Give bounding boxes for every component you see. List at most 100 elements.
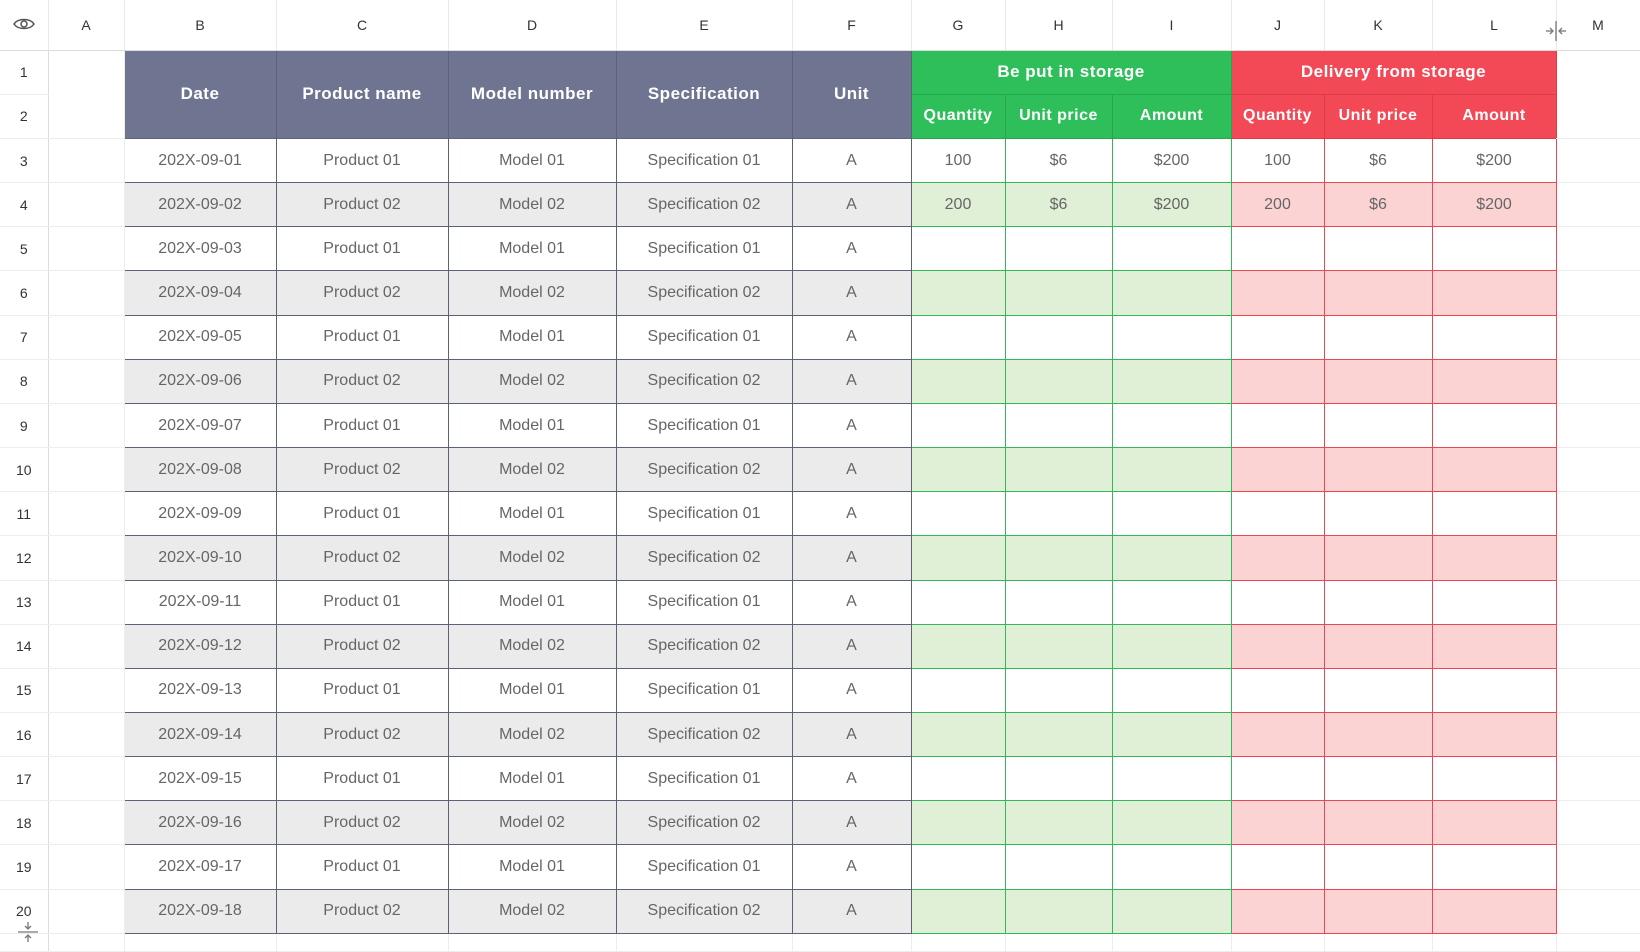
out-amount-cell[interactable] bbox=[1431, 491, 1557, 537]
out-amount-cell[interactable] bbox=[1431, 667, 1557, 714]
column-header-d[interactable]: D bbox=[448, 0, 617, 51]
row-header[interactable]: 5 bbox=[0, 226, 49, 272]
row-header[interactable]: 17 bbox=[0, 756, 49, 802]
row-header[interactable]: 15 bbox=[0, 668, 49, 714]
out-unit-price-cell[interactable] bbox=[1323, 402, 1433, 449]
out-quantity-cell[interactable] bbox=[1230, 888, 1325, 934]
in-unit-price-cell[interactable] bbox=[1004, 402, 1113, 449]
row-header[interactable]: 7 bbox=[0, 315, 49, 360]
out-quantity-cell[interactable] bbox=[1230, 800, 1325, 846]
in-amount-cell[interactable] bbox=[1111, 226, 1232, 272]
out-amount-cell[interactable] bbox=[1431, 535, 1557, 581]
cell-column-m[interactable] bbox=[1556, 624, 1640, 669]
cell-m1[interactable] bbox=[1556, 50, 1640, 139]
cell-column-m[interactable] bbox=[1556, 800, 1640, 846]
date-cell[interactable]: 202X-09-04 bbox=[123, 270, 277, 316]
specification-cell[interactable]: Specification 01 bbox=[615, 226, 793, 272]
specification-cell[interactable]: Specification 01 bbox=[615, 844, 793, 890]
model-number-cell[interactable]: Model 02 bbox=[447, 623, 617, 669]
out-amount-cell[interactable] bbox=[1431, 270, 1557, 316]
in-quantity-cell[interactable] bbox=[910, 623, 1006, 669]
out-unit-price-cell[interactable] bbox=[1323, 491, 1433, 537]
column-header-g[interactable]: G bbox=[911, 0, 1006, 51]
column-header-f[interactable]: F bbox=[792, 0, 912, 51]
out-unit-price-cell[interactable] bbox=[1323, 314, 1433, 360]
out-unit-price-cell[interactable] bbox=[1323, 888, 1433, 934]
out-unit-price-cell[interactable] bbox=[1323, 667, 1433, 714]
row-header[interactable]: 19 bbox=[0, 844, 49, 890]
cell-column-a[interactable] bbox=[48, 844, 125, 890]
specification-cell[interactable]: Specification 02 bbox=[615, 182, 793, 228]
in-unit-price-cell[interactable] bbox=[1004, 226, 1113, 272]
specification-cell[interactable]: Specification 02 bbox=[615, 358, 793, 404]
model-number-cell[interactable]: Model 01 bbox=[447, 402, 617, 449]
empty-cell[interactable] bbox=[792, 933, 912, 952]
date-cell[interactable]: 202X-09-12 bbox=[123, 623, 277, 669]
product-name-cell[interactable]: Product 02 bbox=[275, 712, 449, 758]
in-unit-price-cell[interactable]: $6 bbox=[1004, 182, 1113, 228]
in-amount-cell[interactable] bbox=[1111, 579, 1232, 625]
row-header[interactable]: 1 bbox=[0, 50, 49, 95]
model-number-cell[interactable]: Model 02 bbox=[447, 888, 617, 934]
out-amount-cell[interactable] bbox=[1431, 226, 1557, 272]
in-amount-cell[interactable]: $200 bbox=[1111, 182, 1232, 228]
empty-cell[interactable] bbox=[124, 933, 277, 952]
row-header[interactable]: 10 bbox=[0, 447, 49, 493]
out-unit-price-cell[interactable] bbox=[1323, 756, 1433, 802]
in-unit-price-cell[interactable] bbox=[1004, 756, 1113, 802]
model-number-cell[interactable]: Model 02 bbox=[447, 712, 617, 758]
model-number-cell[interactable]: Model 01 bbox=[447, 226, 617, 272]
cell-a1[interactable] bbox=[48, 50, 125, 139]
in-amount-cell[interactable] bbox=[1111, 756, 1232, 802]
out-quantity-cell[interactable] bbox=[1230, 358, 1325, 404]
header-date[interactable]: Date bbox=[123, 49, 277, 139]
cell-column-a[interactable] bbox=[48, 315, 125, 360]
out-amount-cell[interactable] bbox=[1431, 800, 1557, 846]
cell-column-m[interactable] bbox=[1556, 226, 1640, 272]
cell-column-a[interactable] bbox=[48, 756, 125, 802]
cell-column-a[interactable] bbox=[48, 668, 125, 714]
unit-cell[interactable]: A bbox=[791, 800, 912, 846]
unit-cell[interactable]: A bbox=[791, 712, 912, 758]
date-cell[interactable]: 202X-09-06 bbox=[123, 358, 277, 404]
freeze-rows-icon[interactable] bbox=[17, 921, 39, 943]
column-header-k[interactable]: K bbox=[1324, 0, 1433, 51]
cell-column-m[interactable] bbox=[1556, 315, 1640, 360]
product-name-cell[interactable]: Product 01 bbox=[275, 402, 449, 449]
specification-cell[interactable]: Specification 01 bbox=[615, 137, 793, 184]
specification-cell[interactable]: Specification 01 bbox=[615, 402, 793, 449]
select-all-corner[interactable] bbox=[0, 0, 49, 51]
out-unit-price-cell[interactable] bbox=[1323, 579, 1433, 625]
row-header[interactable]: 2 bbox=[0, 94, 49, 139]
in-amount-cell[interactable] bbox=[1111, 402, 1232, 449]
unit-cell[interactable]: A bbox=[791, 579, 912, 625]
model-number-cell[interactable]: Model 02 bbox=[447, 270, 617, 316]
cell-column-a[interactable] bbox=[48, 491, 125, 537]
date-cell[interactable]: 202X-09-13 bbox=[123, 667, 277, 714]
cell-column-a[interactable] bbox=[48, 800, 125, 846]
in-unit-price-cell[interactable] bbox=[1004, 579, 1113, 625]
model-number-cell[interactable]: Model 01 bbox=[447, 844, 617, 890]
out-unit-price-cell[interactable]: $6 bbox=[1323, 137, 1433, 184]
in-amount-cell[interactable] bbox=[1111, 535, 1232, 581]
in-amount-cell[interactable] bbox=[1111, 712, 1232, 758]
out-unit-price-cell[interactable] bbox=[1323, 623, 1433, 669]
product-name-cell[interactable]: Product 02 bbox=[275, 535, 449, 581]
product-name-cell[interactable]: Product 01 bbox=[275, 844, 449, 890]
cell-column-m[interactable] bbox=[1556, 668, 1640, 714]
in-unit-price-cell[interactable] bbox=[1004, 623, 1113, 669]
out-amount-cell[interactable] bbox=[1431, 358, 1557, 404]
out-amount-cell[interactable] bbox=[1431, 402, 1557, 449]
in-quantity-cell[interactable] bbox=[910, 579, 1006, 625]
empty-cell[interactable] bbox=[1432, 933, 1557, 952]
in-quantity-cell[interactable] bbox=[910, 226, 1006, 272]
eye-icon[interactable] bbox=[12, 17, 35, 34]
column-header-b[interactable]: B bbox=[124, 0, 277, 51]
in-quantity-cell[interactable] bbox=[910, 888, 1006, 934]
unit-cell[interactable]: A bbox=[791, 535, 912, 581]
in-quantity-cell[interactable]: 200 bbox=[910, 182, 1006, 228]
model-number-cell[interactable]: Model 01 bbox=[447, 579, 617, 625]
in-unit-price-cell[interactable] bbox=[1004, 844, 1113, 890]
out-quantity-cell[interactable] bbox=[1230, 844, 1325, 890]
in-amount-cell[interactable] bbox=[1111, 358, 1232, 404]
